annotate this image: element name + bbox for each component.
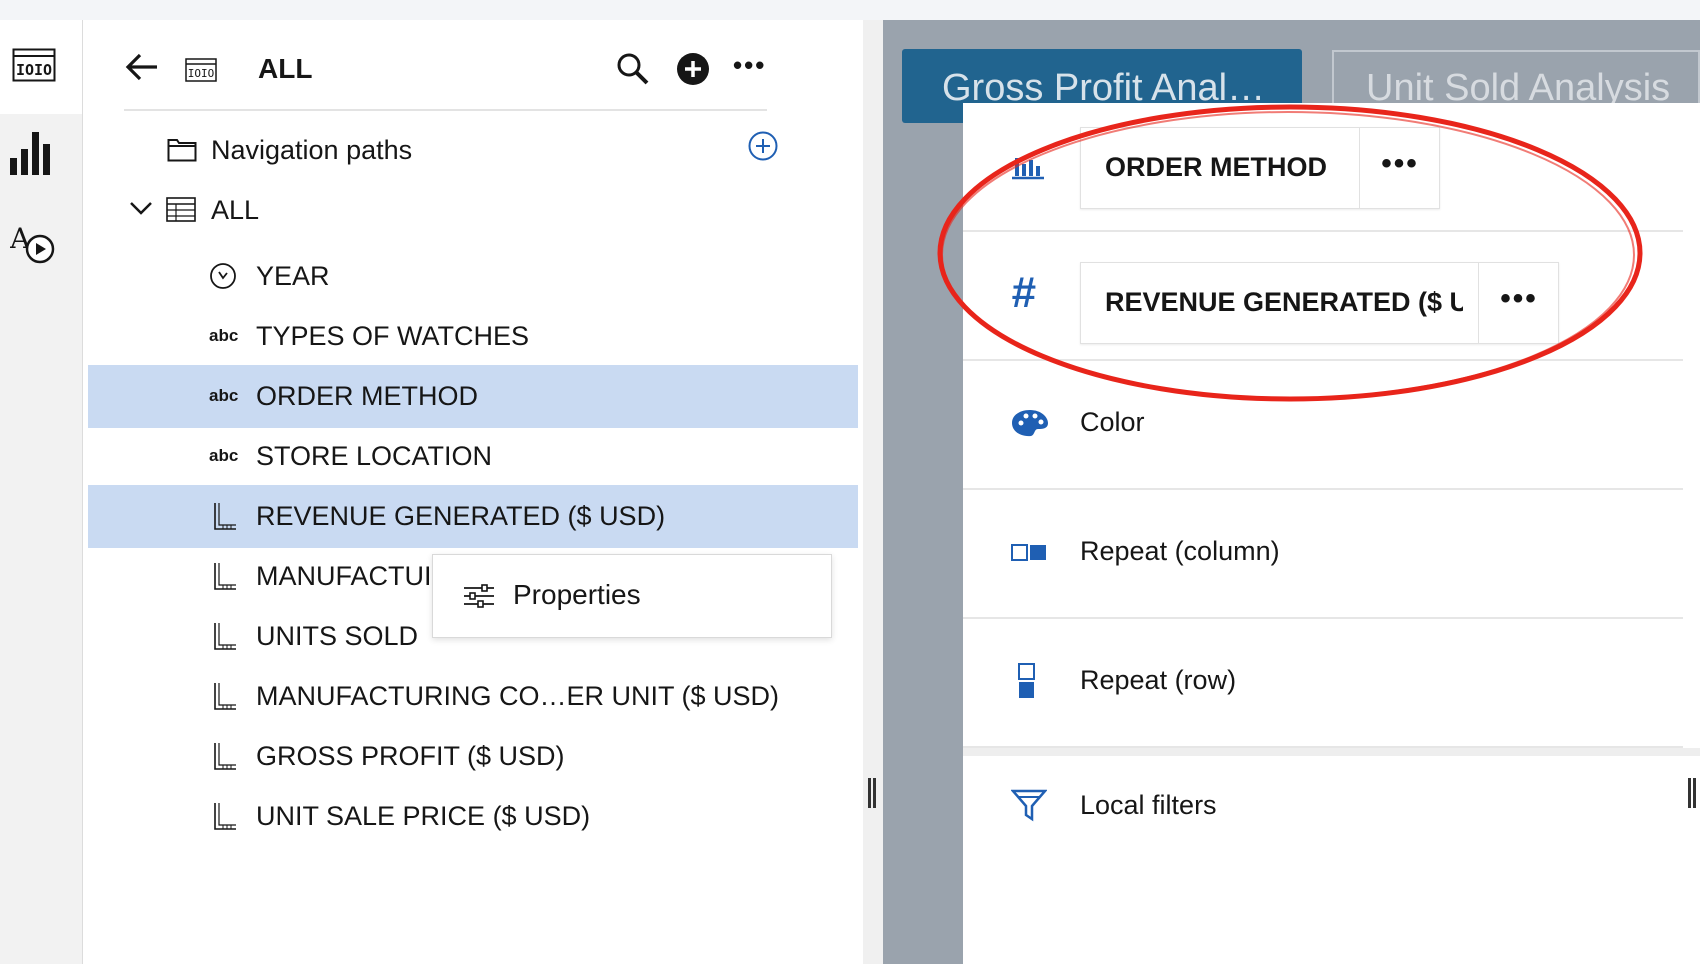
- visualizations-icon[interactable]: [10, 130, 54, 176]
- measure-ruler-icon: [214, 623, 236, 650]
- field-label: UNITS SOLD: [256, 621, 419, 651]
- clock-icon: [210, 263, 236, 289]
- add-navigation-path-icon[interactable]: [747, 130, 779, 162]
- field-row-order-method[interactable]: abc ORDER METHOD: [88, 365, 858, 428]
- context-menu: Properties: [432, 554, 832, 638]
- field-label: UNIT SALE PRICE ($ USD): [256, 801, 591, 831]
- folder-icon: [167, 139, 197, 162]
- annotation-ellipse: [937, 104, 1643, 402]
- splitter-grip-right[interactable]: [873, 778, 876, 808]
- field-label: MANUFACTURING CO…ER UNIT ($ USD): [256, 681, 780, 711]
- svg-text:IOIO: IOIO: [16, 61, 52, 79]
- section-divider: [963, 748, 1700, 756]
- splitter-grip-left[interactable]: [868, 778, 871, 808]
- field-label: YEAR: [256, 261, 330, 291]
- top-strip: [0, 0, 1700, 21]
- local-filters-label: Local filters: [1080, 790, 1217, 820]
- data-source-icon[interactable]: IOIO: [12, 48, 56, 82]
- measure-ruler-icon: [214, 803, 236, 830]
- field-row-store-location[interactable]: abc STORE LOCATION: [88, 425, 858, 488]
- table-icon: [166, 197, 196, 222]
- right-splitter-grip-2[interactable]: [1693, 778, 1696, 808]
- slot-local-filters[interactable]: Local filters: [963, 756, 1683, 883]
- tree-root-label[interactable]: ALL: [211, 195, 259, 226]
- repeat-column-label: Repeat (column): [1080, 536, 1280, 566]
- header-divider: [124, 109, 767, 111]
- chevron-down-icon[interactable]: [128, 200, 154, 216]
- text-type-icon: abc: [209, 446, 239, 465]
- field-label: MANUFACTUI: [256, 561, 432, 591]
- data-source-small-icon: IOIO: [185, 58, 217, 82]
- search-icon[interactable]: [616, 52, 650, 86]
- measure-ruler-icon: [214, 503, 236, 530]
- repeat-column-icon: [1011, 544, 1046, 561]
- field-row-year[interactable]: YEAR: [88, 245, 858, 308]
- field-label: GROSS PROFIT ($ USD): [256, 741, 565, 771]
- field-label: TYPES OF WATCHES: [256, 321, 530, 351]
- measure-ruler-icon: [214, 683, 236, 710]
- text-type-icon: abc: [209, 326, 239, 345]
- right-splitter-grip[interactable]: [1688, 778, 1691, 808]
- field-row-manufacturing-cost-per-unit[interactable]: MANUFACTURING CO…ER UNIT ($ USD): [88, 665, 858, 728]
- slot-repeat-row[interactable]: Repeat (row): [963, 619, 1683, 748]
- back-arrow-icon[interactable]: [124, 52, 160, 82]
- navigation-paths-label[interactable]: Navigation paths: [211, 135, 412, 166]
- more-options-icon[interactable]: •••: [733, 50, 766, 81]
- field-label: ORDER METHOD: [256, 381, 478, 411]
- filter-icon: [1011, 789, 1047, 822]
- properties-menu-item[interactable]: Properties: [513, 579, 641, 611]
- field-row-gross-profit[interactable]: GROSS PROFIT ($ USD): [88, 725, 858, 788]
- properties-sliders-icon: [464, 584, 494, 608]
- measure-ruler-icon: [214, 563, 236, 590]
- text-type-icon: abc: [209, 386, 239, 405]
- field-label: REVENUE GENERATED ($ USD): [256, 501, 666, 531]
- repeat-row-icon: [1018, 663, 1035, 698]
- slot-repeat-column[interactable]: Repeat (column): [963, 490, 1683, 619]
- field-label: STORE LOCATION: [256, 441, 493, 471]
- measure-ruler-icon: [214, 743, 236, 770]
- panel-title: ALL: [258, 53, 313, 84]
- svg-text:IOIO: IOIO: [188, 67, 215, 80]
- text-media-icon[interactable]: A: [10, 222, 56, 266]
- repeat-row-label: Repeat (row): [1080, 665, 1237, 695]
- field-row-unit-sale-price[interactable]: UNIT SALE PRICE ($ USD): [88, 785, 858, 848]
- field-row-revenue-generated[interactable]: REVENUE GENERATED ($ USD): [88, 485, 858, 548]
- splitter[interactable]: [863, 20, 883, 964]
- add-icon[interactable]: [676, 52, 710, 86]
- field-row-types-of-watches[interactable]: abc TYPES OF WATCHES: [88, 305, 858, 368]
